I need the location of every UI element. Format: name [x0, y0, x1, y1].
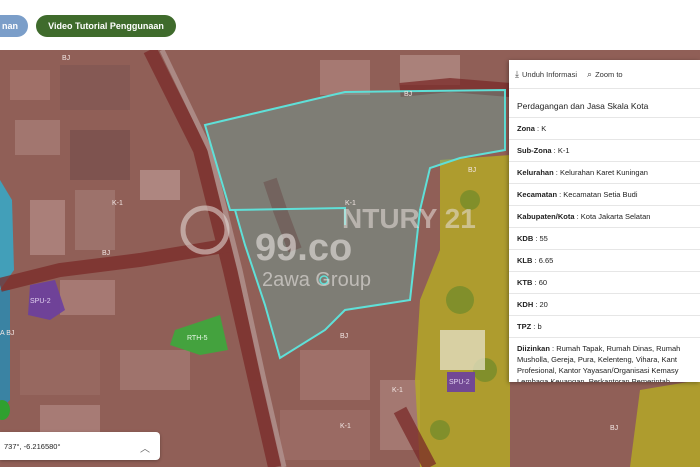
download-action[interactable]: ⤓ Unduh Informasi	[515, 69, 577, 80]
download-icon: ⤓	[515, 68, 519, 79]
label-bj-road: BJ	[340, 333, 348, 340]
label-bj-center: BJ	[102, 250, 110, 257]
coordinate-text: 737°, -6.216580°	[4, 441, 61, 451]
watermark-brand: 2awa Group	[262, 269, 371, 291]
label-k1-west: K-1	[112, 200, 123, 207]
info-panel: ⤓ Unduh Informasi ⌕ Zoom to Perdagangan …	[509, 60, 700, 382]
chevron-up-icon[interactable]: ︿	[140, 440, 150, 455]
row-kecamatan: Kecamatan : Kecamatan Setia Budi	[509, 184, 700, 206]
coordinate-readout[interactable]: 737°, -6.216580° ︿	[0, 432, 160, 460]
top-toolbar: nan Video Tutorial Penggunaan	[0, 0, 700, 50]
label-spu-east: SPU-2	[449, 379, 470, 386]
row-subzona: Sub-Zona : K-1	[509, 140, 700, 162]
row-klb: KLB : 6.65	[509, 250, 700, 272]
label-aj-west: A BJ	[0, 330, 14, 337]
row-ktb: KTB : 60	[509, 272, 700, 294]
label-k1-south: K-1	[340, 423, 351, 430]
row-kdh: KDH : 20	[509, 294, 700, 316]
row-kdb: KDB : 55	[509, 228, 700, 250]
zoom-label: Zoom to	[595, 69, 623, 79]
download-label: Unduh Informasi	[521, 69, 578, 79]
panel-title: Perdagangan dan Jasa Skala Kota	[509, 89, 700, 118]
row-kelurahan: Kelurahan : Kelurahan Karet Kuningan	[509, 162, 700, 184]
video-tutorial-button[interactable]: Video Tutorial Penggunaan	[36, 15, 176, 37]
label-bj-west: BJ	[62, 55, 70, 62]
label-k1-southeast: K-1	[392, 387, 403, 394]
label-bj-far-east: BJ	[610, 425, 618, 432]
row-diizinkan: Diizinkan : Rumah Tapak, Rumah Dinas, Ru…	[509, 338, 700, 382]
label-bj-east: BJ	[468, 167, 476, 174]
zoom-action[interactable]: ⌕ Zoom to	[587, 69, 623, 80]
guide-button[interactable]: nan	[0, 15, 28, 37]
label-bj-north: BJ	[404, 91, 412, 98]
panel-actions: ⤓ Unduh Informasi ⌕ Zoom to	[509, 60, 700, 89]
label-rth: RTH-5	[187, 335, 208, 342]
row-kabupaten: Kabupaten/Kota : Kota Jakarta Selatan	[509, 206, 700, 228]
watermark-logo: 99.co	[255, 227, 352, 269]
zoom-icon: ⌕	[587, 68, 593, 79]
row-zona: Zona : K	[509, 118, 700, 140]
label-spu-west: SPU-2	[30, 298, 51, 305]
watermark-century: NTURY 21	[342, 203, 476, 234]
row-tpz: TPZ : b	[509, 316, 700, 338]
